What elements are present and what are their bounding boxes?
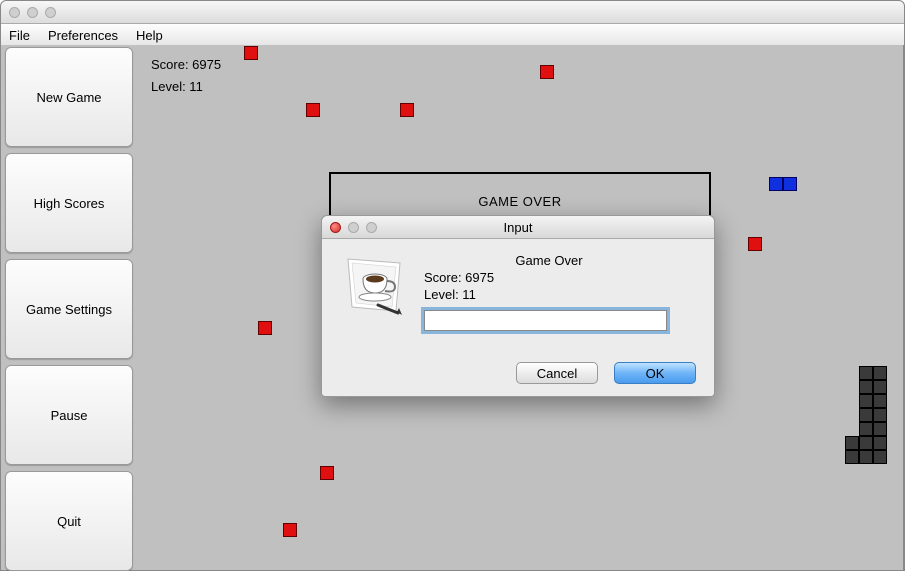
zoom-icon[interactable] (45, 7, 56, 18)
dark-block (873, 450, 887, 464)
dark-block (873, 380, 887, 394)
dark-block (845, 450, 859, 464)
menu-help[interactable]: Help (136, 28, 163, 43)
red-block (320, 466, 334, 480)
dialog-buttons: Cancel OK (516, 362, 696, 384)
close-icon[interactable] (330, 222, 341, 233)
dark-block (859, 436, 873, 450)
blue-block (783, 177, 797, 191)
dark-block (873, 422, 887, 436)
dark-block (859, 422, 873, 436)
cancel-button[interactable]: Cancel (516, 362, 598, 384)
red-block (748, 237, 762, 251)
minimize-icon[interactable] (348, 222, 359, 233)
dark-block (845, 436, 859, 450)
dialog-level-line: Level: 11 (424, 287, 694, 302)
red-block (283, 523, 297, 537)
gameover-banner: GAME OVER (329, 172, 711, 217)
zoom-icon[interactable] (366, 222, 377, 233)
dark-block (859, 450, 873, 464)
score-label: Score: 6975 (151, 57, 221, 72)
java-coffee-icon (342, 253, 406, 317)
level-label: Level: 11 (151, 79, 203, 94)
dark-block (873, 394, 887, 408)
dark-block (873, 436, 887, 450)
menu-preferences[interactable]: Preferences (48, 28, 118, 43)
blue-block (769, 177, 783, 191)
dialog-heading: Game Over (404, 253, 694, 268)
dialog-score-line: Score: 6975 (424, 270, 694, 285)
red-block (540, 65, 554, 79)
dialog-body: Game Over Score: 6975 Level: 11 (322, 239, 714, 343)
dark-block (859, 366, 873, 380)
minimize-icon[interactable] (27, 7, 38, 18)
dark-block (859, 408, 873, 422)
menu-file[interactable]: File (9, 28, 30, 43)
dark-block (873, 366, 887, 380)
high-scores-button[interactable]: High Scores (5, 153, 133, 253)
window-controls[interactable] (9, 7, 56, 18)
dark-block (873, 408, 887, 422)
red-block (306, 103, 320, 117)
main-titlebar (1, 1, 904, 24)
quit-button[interactable]: Quit (5, 471, 133, 571)
pause-button[interactable]: Pause (5, 365, 133, 465)
ok-button[interactable]: OK (614, 362, 696, 384)
dialog-text: Game Over Score: 6975 Level: 11 (424, 253, 694, 331)
main-window: File Preferences Help New Game High Scor… (0, 0, 905, 571)
sidebar: New Game High Scores Game Settings Pause… (5, 47, 133, 571)
red-block (400, 103, 414, 117)
input-dialog: Input (321, 215, 715, 397)
red-block (258, 321, 272, 335)
game-area: Score: 6975 Level: 11 (141, 45, 898, 570)
close-icon[interactable] (9, 7, 20, 18)
name-input[interactable] (424, 310, 667, 331)
dark-block (859, 380, 873, 394)
red-block (244, 46, 258, 60)
content-area: New Game High Scores Game Settings Pause… (1, 45, 904, 570)
new-game-button[interactable]: New Game (5, 47, 133, 147)
dark-block (859, 394, 873, 408)
dialog-title: Input (322, 220, 714, 235)
game-settings-button[interactable]: Game Settings (5, 259, 133, 359)
dialog-window-controls[interactable] (330, 222, 377, 233)
menubar: File Preferences Help (1, 24, 904, 47)
dialog-titlebar: Input (322, 216, 714, 239)
